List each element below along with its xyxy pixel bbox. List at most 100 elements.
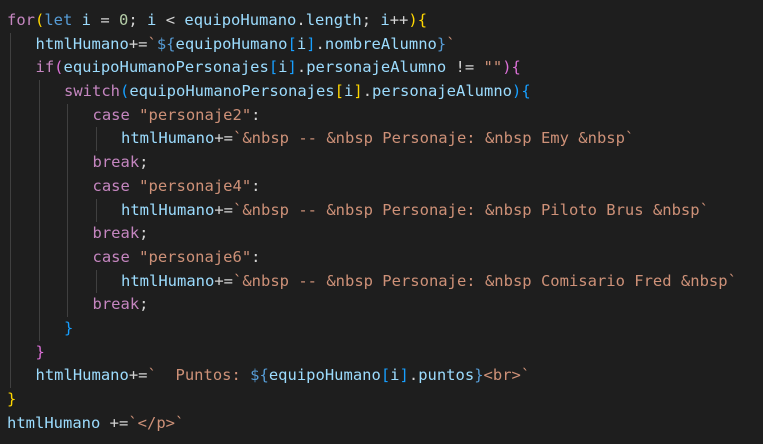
code-token: } xyxy=(7,390,17,408)
code-token: `&nbsp -- &nbsp Personaje: &nbsp Emy &nb… xyxy=(233,129,635,148)
code-token: htmlHumano xyxy=(121,129,215,148)
code-token: ] xyxy=(399,366,409,385)
code-token: ( xyxy=(35,11,45,29)
code-line-content: } xyxy=(7,388,16,412)
code-token: : xyxy=(251,176,261,195)
code-token: = xyxy=(100,11,120,29)
code-line[interactable]: } xyxy=(7,388,737,412)
code-line-content: if(equipoHumanoPersonajes[i].personajeAl… xyxy=(7,56,521,80)
code-token: length xyxy=(305,11,362,29)
code-line[interactable]: } xyxy=(7,316,737,341)
code-line-content: case "personaje2": xyxy=(7,104,261,128)
code-token: "" xyxy=(483,58,503,77)
code-token: ] xyxy=(287,58,297,77)
code-line[interactable]: for(let i = 0; i < equipoHumano.length; … xyxy=(7,9,737,33)
code-token: . xyxy=(296,11,306,29)
code-line[interactable]: htmlHumano+=` Puntos: ${equipoHumano[i].… xyxy=(7,364,737,388)
code-token: nombreAlumno xyxy=(324,34,437,53)
code-token: equipoHumano xyxy=(268,366,381,385)
code-line[interactable]: break; xyxy=(7,222,737,246)
code-token: ] xyxy=(353,82,363,101)
code-token: ; xyxy=(128,11,148,29)
code-area[interactable]: for(let i = 0; i < equipoHumano.length; … xyxy=(7,9,737,435)
indent-guide xyxy=(67,222,68,246)
code-token: += xyxy=(100,413,129,432)
code-token: ${ xyxy=(250,366,269,385)
indent-guide xyxy=(38,293,40,317)
code-token: break xyxy=(92,295,140,314)
code-editor[interactable]: for(let i = 0; i < equipoHumano.length; … xyxy=(0,0,763,444)
indent-guide xyxy=(38,269,40,294)
code-token: case xyxy=(92,247,130,266)
indent-guide xyxy=(10,56,11,81)
code-token: . xyxy=(296,58,307,77)
code-line-content: break; xyxy=(7,222,149,246)
code-token: ) xyxy=(408,11,418,29)
code-token: { xyxy=(417,11,428,29)
code-line-content: case "personaje6": xyxy=(7,246,261,270)
code-line[interactable]: case "personaje6": xyxy=(7,245,737,270)
code-token: ] xyxy=(306,34,316,53)
code-token: ` Puntos: xyxy=(147,366,251,385)
code-line[interactable]: switch(equipoHumanoPersonajes[i].persona… xyxy=(7,80,737,104)
code-token: htmlHumano xyxy=(121,200,215,219)
code-line-content: htmlHumano+=`${equipoHumano[i].nombreAlu… xyxy=(7,33,456,57)
code-line[interactable]: htmlHumano+=`&nbsp -- &nbsp Personaje: &… xyxy=(7,198,737,223)
indent-guide xyxy=(10,293,11,317)
code-token: { xyxy=(511,58,521,77)
code-token: case xyxy=(92,176,130,195)
code-token: [ xyxy=(380,366,391,385)
indent-guide xyxy=(10,198,11,223)
code-token: ++ xyxy=(389,11,409,29)
indent-guide xyxy=(67,127,68,152)
code-token: "personaje2" xyxy=(139,105,252,124)
code-token: += xyxy=(214,271,233,290)
code-token: equipoHumano xyxy=(184,11,297,29)
code-token: != xyxy=(446,58,484,77)
code-token: i xyxy=(72,11,101,29)
code-token: i xyxy=(296,34,307,53)
code-line[interactable]: case "personaje2": xyxy=(7,103,737,128)
code-line[interactable]: break; xyxy=(7,293,737,317)
code-line[interactable]: if(equipoHumanoPersonajes[i].personajeAl… xyxy=(7,56,737,81)
code-token: ) xyxy=(512,82,522,101)
code-line-content: } xyxy=(7,317,73,341)
code-token: { xyxy=(521,82,531,101)
indent-guide xyxy=(10,316,11,341)
indent-guide xyxy=(10,32,11,57)
code-line-content: case "personaje4": xyxy=(7,175,261,199)
code-line[interactable]: htmlHumano+=`&nbsp -- &nbsp Personaje: &… xyxy=(7,269,737,294)
code-token: += xyxy=(128,34,148,53)
code-line[interactable]: htmlHumano+=`&nbsp -- &nbsp Personaje: &… xyxy=(7,127,737,152)
code-line[interactable]: case "personaje4": xyxy=(7,174,737,199)
code-token: break xyxy=(92,153,140,172)
indent-guide xyxy=(38,245,40,270)
indent-guide xyxy=(67,151,68,175)
code-line[interactable]: break; xyxy=(7,151,737,175)
indent-guide xyxy=(67,269,68,294)
code-token: switch xyxy=(64,82,120,101)
code-token: += xyxy=(214,129,233,148)
code-token: } xyxy=(64,318,74,337)
indent-guide xyxy=(38,174,40,199)
indent-guide xyxy=(38,151,40,175)
code-line[interactable]: htmlHumano +=`</p>` xyxy=(7,412,737,436)
code-line[interactable]: } xyxy=(7,340,737,365)
code-token: puntos xyxy=(418,366,475,385)
indent-guide xyxy=(38,127,40,152)
code-token: } xyxy=(436,34,447,53)
code-token: } xyxy=(35,342,45,361)
code-token: case xyxy=(92,105,130,124)
code-token: [ xyxy=(268,58,279,77)
code-token: += xyxy=(214,200,233,219)
indent-guide xyxy=(38,316,40,341)
code-token: ; xyxy=(361,11,381,29)
code-token: } xyxy=(474,366,484,385)
code-token: personajeAlumno xyxy=(372,82,513,101)
code-token: ` xyxy=(446,34,456,53)
indent-guide xyxy=(10,245,11,270)
code-line[interactable]: htmlHumano+=`${equipoHumano[i].nombreAlu… xyxy=(7,32,737,57)
